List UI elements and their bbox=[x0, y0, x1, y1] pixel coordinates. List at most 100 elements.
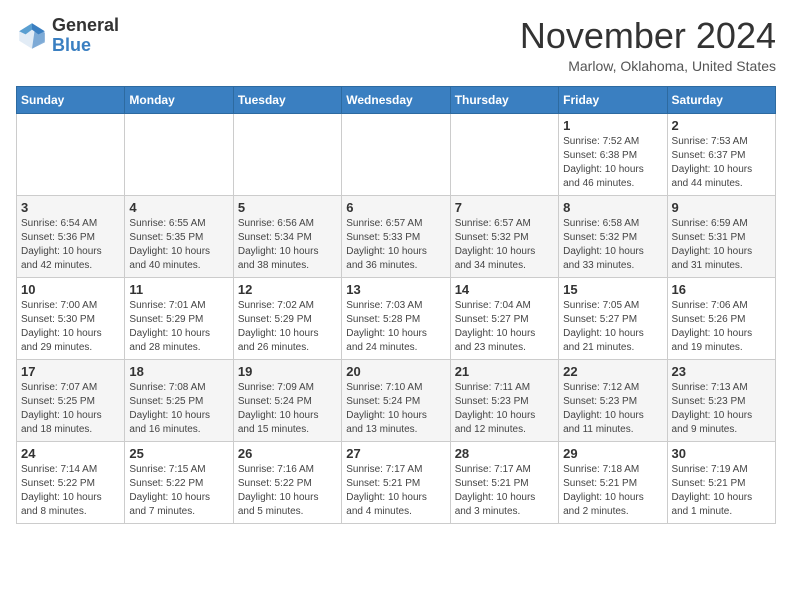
day-info: Sunrise: 7:09 AMSunset: 5:24 PMDaylight:… bbox=[238, 381, 337, 437]
day-number: 8 bbox=[563, 200, 662, 215]
day-info: Sunrise: 7:08 AMSunset: 5:25 PMDaylight:… bbox=[129, 381, 228, 437]
calendar-cell: 21 Sunrise: 7:11 AMSunset: 5:23 PMDayligh… bbox=[450, 359, 558, 441]
week-row-4: 17 Sunrise: 7:07 AMSunset: 5:25 PMDayligh… bbox=[17, 359, 776, 441]
day-number: 10 bbox=[21, 282, 120, 297]
day-info: Sunrise: 7:18 AMSunset: 5:21 PMDaylight:… bbox=[563, 463, 662, 519]
calendar-cell: 18 Sunrise: 7:08 AMSunset: 5:25 PMDayligh… bbox=[125, 359, 233, 441]
day-number: 12 bbox=[238, 282, 337, 297]
weekday-header-monday: Monday bbox=[125, 86, 233, 113]
location: Marlow, Oklahoma, United States bbox=[520, 58, 776, 74]
day-info: Sunrise: 6:59 AMSunset: 5:31 PMDaylight:… bbox=[672, 217, 771, 273]
day-info: Sunrise: 6:54 AMSunset: 5:36 PMDaylight:… bbox=[21, 217, 120, 273]
calendar-cell: 13 Sunrise: 7:03 AMSunset: 5:28 PMDayligh… bbox=[342, 277, 450, 359]
calendar-cell: 9 Sunrise: 6:59 AMSunset: 5:31 PMDaylight… bbox=[667, 195, 775, 277]
day-number: 2 bbox=[672, 118, 771, 133]
calendar-cell: 8 Sunrise: 6:58 AMSunset: 5:32 PMDaylight… bbox=[559, 195, 667, 277]
week-row-5: 24Sunrise: 7:14 AMSunset: 5:22 PMDayligh… bbox=[17, 441, 776, 523]
day-number: 29 bbox=[563, 446, 662, 461]
day-number: 19 bbox=[238, 364, 337, 379]
calendar-cell: 25 Sunrise: 7:15 AMSunset: 5:22 PMDayligh… bbox=[125, 441, 233, 523]
day-number: 7 bbox=[455, 200, 554, 215]
calendar-cell: 22Sunrise: 7:12 AMSunset: 5:23 PMDayligh… bbox=[559, 359, 667, 441]
calendar-cell: 30 Sunrise: 7:19 AMSunset: 5:21 PMDayligh… bbox=[667, 441, 775, 523]
week-row-1: 1Sunrise: 7:52 AMSunset: 6:38 PMDaylight… bbox=[17, 113, 776, 195]
calendar-cell: 19 Sunrise: 7:09 AMSunset: 5:24 PMDayligh… bbox=[233, 359, 341, 441]
day-info: Sunrise: 7:17 AMSunset: 5:21 PMDaylight:… bbox=[346, 463, 445, 519]
calendar-cell bbox=[125, 113, 233, 195]
day-number: 17 bbox=[21, 364, 120, 379]
calendar-cell: 28Sunrise: 7:17 AMSunset: 5:21 PMDayligh… bbox=[450, 441, 558, 523]
day-info: Sunrise: 7:07 AMSunset: 5:25 PMDaylight:… bbox=[21, 381, 120, 437]
day-number: 20 bbox=[346, 364, 445, 379]
day-info: Sunrise: 7:19 AMSunset: 5:21 PMDaylight:… bbox=[672, 463, 771, 519]
logo-blue: Blue bbox=[52, 36, 119, 56]
day-number: 11 bbox=[129, 282, 228, 297]
day-info: Sunrise: 7:06 AMSunset: 5:26 PMDaylight:… bbox=[672, 299, 771, 355]
calendar-cell: 26 Sunrise: 7:16 AMSunset: 5:22 PMDayligh… bbox=[233, 441, 341, 523]
calendar-cell: 11Sunrise: 7:01 AMSunset: 5:29 PMDayligh… bbox=[125, 277, 233, 359]
title-block: November 2024 Marlow, Oklahoma, United S… bbox=[520, 16, 776, 74]
day-number: 5 bbox=[238, 200, 337, 215]
calendar-cell bbox=[342, 113, 450, 195]
calendar-cell: 20 Sunrise: 7:10 AMSunset: 5:24 PMDayligh… bbox=[342, 359, 450, 441]
day-info: Sunrise: 6:57 AMSunset: 5:33 PMDaylight:… bbox=[346, 217, 445, 273]
day-number: 15 bbox=[563, 282, 662, 297]
day-info: Sunrise: 7:05 AMSunset: 5:27 PMDaylight:… bbox=[563, 299, 662, 355]
day-info: Sunrise: 6:58 AMSunset: 5:32 PMDaylight:… bbox=[563, 217, 662, 273]
calendar-cell bbox=[450, 113, 558, 195]
day-info: Sunrise: 7:03 AMSunset: 5:28 PMDaylight:… bbox=[346, 299, 445, 355]
calendar-cell: 17 Sunrise: 7:07 AMSunset: 5:25 PMDayligh… bbox=[17, 359, 125, 441]
day-info: Sunrise: 7:10 AMSunset: 5:24 PMDaylight:… bbox=[346, 381, 445, 437]
logo-text: General Blue bbox=[52, 16, 119, 56]
calendar-cell: 14 Sunrise: 7:04 AMSunset: 5:27 PMDayligh… bbox=[450, 277, 558, 359]
weekday-header-friday: Friday bbox=[559, 86, 667, 113]
day-number: 14 bbox=[455, 282, 554, 297]
weekday-header-thursday: Thursday bbox=[450, 86, 558, 113]
day-number: 13 bbox=[346, 282, 445, 297]
week-row-3: 10 Sunrise: 7:00 AMSunset: 5:30 PMDayligh… bbox=[17, 277, 776, 359]
month-title: November 2024 bbox=[520, 16, 776, 56]
day-info: Sunrise: 7:04 AMSunset: 5:27 PMDaylight:… bbox=[455, 299, 554, 355]
calendar-cell: 2 Sunrise: 7:53 AMSunset: 6:37 PMDaylight… bbox=[667, 113, 775, 195]
day-info: Sunrise: 7:00 AMSunset: 5:30 PMDaylight:… bbox=[21, 299, 120, 355]
calendar-table: SundayMondayTuesdayWednesdayThursdayFrid… bbox=[16, 86, 776, 524]
calendar-cell bbox=[17, 113, 125, 195]
day-number: 4 bbox=[129, 200, 228, 215]
calendar-cell: 10 Sunrise: 7:00 AMSunset: 5:30 PMDayligh… bbox=[17, 277, 125, 359]
day-info: Sunrise: 7:02 AMSunset: 5:29 PMDaylight:… bbox=[238, 299, 337, 355]
weekday-header-sunday: Sunday bbox=[17, 86, 125, 113]
day-info: Sunrise: 7:16 AMSunset: 5:22 PMDaylight:… bbox=[238, 463, 337, 519]
day-number: 26 bbox=[238, 446, 337, 461]
calendar-cell: 1Sunrise: 7:52 AMSunset: 6:38 PMDaylight… bbox=[559, 113, 667, 195]
calendar-cell bbox=[233, 113, 341, 195]
day-info: Sunrise: 7:17 AMSunset: 5:21 PMDaylight:… bbox=[455, 463, 554, 519]
calendar-cell: 29 Sunrise: 7:18 AMSunset: 5:21 PMDayligh… bbox=[559, 441, 667, 523]
calendar-cell: 24Sunrise: 7:14 AMSunset: 5:22 PMDayligh… bbox=[17, 441, 125, 523]
calendar-cell: 4Sunrise: 6:55 AMSunset: 5:35 PMDaylight… bbox=[125, 195, 233, 277]
day-number: 27 bbox=[346, 446, 445, 461]
day-info: Sunrise: 6:56 AMSunset: 5:34 PMDaylight:… bbox=[238, 217, 337, 273]
day-number: 18 bbox=[129, 364, 228, 379]
day-number: 25 bbox=[129, 446, 228, 461]
day-info: Sunrise: 7:11 AMSunset: 5:23 PMDaylight:… bbox=[455, 381, 554, 437]
day-number: 3 bbox=[21, 200, 120, 215]
day-info: Sunrise: 7:13 AMSunset: 5:23 PMDaylight:… bbox=[672, 381, 771, 437]
day-number: 30 bbox=[672, 446, 771, 461]
calendar-cell: 5 Sunrise: 6:56 AMSunset: 5:34 PMDaylight… bbox=[233, 195, 341, 277]
weekday-header-tuesday: Tuesday bbox=[233, 86, 341, 113]
calendar-cell: 6 Sunrise: 6:57 AMSunset: 5:33 PMDaylight… bbox=[342, 195, 450, 277]
weekday-header-saturday: Saturday bbox=[667, 86, 775, 113]
day-number: 9 bbox=[672, 200, 771, 215]
day-number: 6 bbox=[346, 200, 445, 215]
day-number: 21 bbox=[455, 364, 554, 379]
day-info: Sunrise: 7:52 AMSunset: 6:38 PMDaylight:… bbox=[563, 135, 662, 191]
calendar-cell: 16 Sunrise: 7:06 AMSunset: 5:26 PMDayligh… bbox=[667, 277, 775, 359]
calendar-cell: 12 Sunrise: 7:02 AMSunset: 5:29 PMDayligh… bbox=[233, 277, 341, 359]
day-info: Sunrise: 7:15 AMSunset: 5:22 PMDaylight:… bbox=[129, 463, 228, 519]
calendar-cell: 27 Sunrise: 7:17 AMSunset: 5:21 PMDayligh… bbox=[342, 441, 450, 523]
calendar-cell: 15 Sunrise: 7:05 AMSunset: 5:27 PMDayligh… bbox=[559, 277, 667, 359]
day-info: Sunrise: 7:53 AMSunset: 6:37 PMDaylight:… bbox=[672, 135, 771, 191]
weekday-header-wednesday: Wednesday bbox=[342, 86, 450, 113]
day-number: 16 bbox=[672, 282, 771, 297]
day-number: 24 bbox=[21, 446, 120, 461]
